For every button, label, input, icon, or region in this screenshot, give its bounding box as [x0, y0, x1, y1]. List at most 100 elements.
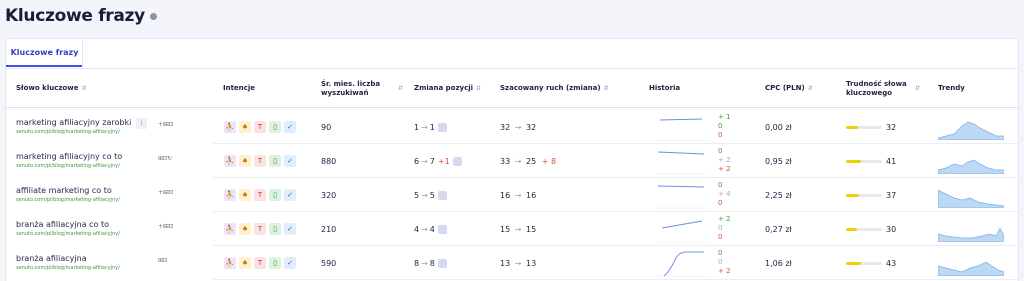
keyword-text[interactable]: affiliate marketing co to: [16, 186, 112, 195]
difficulty-value: 30: [886, 225, 897, 234]
col-position-label: Zmiana pozycji: [414, 84, 474, 92]
search-volume: 320: [321, 191, 337, 200]
history-values: + 200: [718, 215, 731, 242]
history-value: 0: [718, 224, 723, 232]
table-row: marketing afiliacyjny zarobki senuto.com…: [6, 110, 1018, 144]
history-sparkline[interactable]: [656, 181, 706, 209]
phone-icon[interactable]: ▯: [269, 223, 281, 235]
phone-icon[interactable]: ▯: [269, 189, 281, 201]
col-difficulty[interactable]: Trudność słowa kluczowego ⇵: [846, 69, 920, 108]
col-traffic[interactable]: Szacowany ruch (zmiana) ⇵: [500, 69, 609, 108]
sort-icon[interactable]: ⇵: [604, 84, 609, 93]
arrow-right-icon: →: [514, 157, 522, 166]
trend-sparkline[interactable]: [938, 250, 1004, 276]
spade-icon[interactable]: ♠: [239, 223, 251, 235]
tab-divider: [82, 39, 83, 67]
position-from: 1: [414, 123, 420, 132]
sort-icon[interactable]: ⇵: [81, 84, 86, 93]
text-t-icon[interactable]: T: [254, 189, 266, 201]
col-volume-label: Śr. mies. liczba wyszukiwań: [321, 79, 381, 97]
keyword-info-button[interactable]: i: [136, 118, 147, 129]
position-change-cell: 5 → 5: [414, 191, 447, 200]
text-t-icon[interactable]: T: [254, 223, 266, 235]
phone-icon[interactable]: ▯: [269, 257, 281, 269]
col-volume[interactable]: Śr. mies. liczba wyszukiwań ⇵: [321, 69, 403, 108]
page-title: Kluczowe frazy: [5, 6, 157, 26]
history-value: + 1: [718, 113, 731, 121]
check-icon[interactable]: ✓: [284, 223, 296, 235]
serp-preview-icon[interactable]: [437, 259, 447, 268]
text-t-icon[interactable]: T: [254, 121, 266, 133]
history-sparkline[interactable]: [656, 249, 706, 277]
spade-icon[interactable]: ♠: [239, 189, 251, 201]
trend-sparkline[interactable]: [938, 148, 1004, 174]
spade-icon[interactable]: ♠: [239, 121, 251, 133]
history-value: + 2: [718, 156, 731, 164]
history-value: + 2: [718, 215, 731, 223]
page-title-text: Kluczowe frazy: [5, 6, 145, 26]
traffic-to: 16: [525, 191, 537, 200]
difficulty-bar: [846, 262, 882, 265]
serp-preview-icon[interactable]: [437, 225, 447, 234]
keyword-url[interactable]: senuto.com/pl/blog/marketing-afiliacyjny…: [16, 163, 120, 169]
check-icon[interactable]: ✓: [284, 257, 296, 269]
keyword-url[interactable]: senuto.com/pl/blog/marketing-afiliacyjny…: [16, 129, 120, 135]
col-trends: Trendy: [938, 69, 965, 108]
sort-icon[interactable]: ⇵: [476, 84, 481, 93]
col-position[interactable]: Zmiana pozycji ⇵: [414, 69, 481, 108]
text-t-icon[interactable]: T: [254, 155, 266, 167]
difficulty-value: 43: [886, 259, 897, 268]
people-icon[interactable]: ⛹: [224, 121, 236, 133]
sort-icon[interactable]: ⇵: [915, 84, 920, 93]
check-icon[interactable]: ✓: [284, 121, 296, 133]
table-row: affiliate marketing co to senuto.com/pl/…: [6, 178, 1018, 212]
arrow-right-icon: →: [421, 123, 428, 132]
col-keyword[interactable]: Słowo kluczowe ⇵: [16, 69, 86, 108]
history-sparkline[interactable]: [656, 147, 706, 175]
check-icon[interactable]: ✓: [284, 155, 296, 167]
phone-icon[interactable]: ▯: [269, 121, 281, 133]
keyword-url[interactable]: senuto.com/pl/blog/marketing-afiliacyjny…: [16, 197, 120, 203]
keyword-url[interactable]: senuto.com/pl/blog/marketing-afiliacyjny…: [16, 265, 120, 271]
serp-preview-icon[interactable]: [437, 191, 447, 200]
spade-icon[interactable]: ♠: [239, 257, 251, 269]
position-change: +1: [437, 157, 450, 166]
serp-preview-icon[interactable]: [437, 123, 447, 132]
people-icon[interactable]: ⛹: [224, 155, 236, 167]
people-icon[interactable]: ⛹: [224, 189, 236, 201]
trend-sparkline[interactable]: [938, 182, 1004, 208]
col-history: Historia: [649, 69, 680, 108]
text-t-icon[interactable]: T: [254, 257, 266, 269]
traffic-cell: 33 → 25 + 8: [500, 157, 556, 166]
position-to: 8: [429, 259, 435, 268]
sort-icon[interactable]: ⇵: [398, 84, 403, 93]
cpc-value: 1,06 zł: [765, 259, 792, 268]
cpc-value: 0,00 zł: [765, 123, 792, 132]
col-cpc[interactable]: CPC (PLN) ⇵: [765, 69, 813, 108]
trend-sparkline[interactable]: [938, 114, 1004, 140]
keyword-text[interactable]: marketing afiliacyjny co to: [16, 152, 122, 161]
sort-icon[interactable]: ⇵: [808, 84, 813, 93]
keyword-text[interactable]: marketing afiliacyjny zarobki: [16, 118, 131, 127]
people-icon[interactable]: ⛹: [224, 223, 236, 235]
arrow-right-icon: →: [514, 191, 522, 200]
traffic-to: 15: [525, 225, 537, 234]
phone-icon[interactable]: ▯: [269, 155, 281, 167]
spade-icon[interactable]: ♠: [239, 155, 251, 167]
keyword-url[interactable]: senuto.com/pl/blog/marketing-afiliacyjny…: [16, 231, 120, 237]
serp-preview-icon[interactable]: [452, 157, 462, 166]
info-icon[interactable]: [149, 12, 157, 20]
search-volume: 210: [321, 225, 337, 234]
trend-sparkline[interactable]: [938, 216, 1004, 242]
tab-kluczowe-frazy[interactable]: Kluczowe frazy: [6, 39, 83, 67]
history-sparkline[interactable]: [656, 113, 706, 141]
keyword-text[interactable]: branża afiliacyjna: [16, 254, 87, 263]
position-change-cell: 6 → 7 +1: [414, 157, 462, 166]
arrow-right-icon: →: [421, 259, 428, 268]
check-icon[interactable]: ✓: [284, 189, 296, 201]
people-icon[interactable]: ⛹: [224, 257, 236, 269]
history-sparkline[interactable]: [656, 215, 706, 243]
keyword-text[interactable]: branża afiliacyjna co to: [16, 220, 109, 229]
arrow-right-icon: →: [421, 157, 428, 166]
history-value: + 4: [718, 190, 731, 198]
